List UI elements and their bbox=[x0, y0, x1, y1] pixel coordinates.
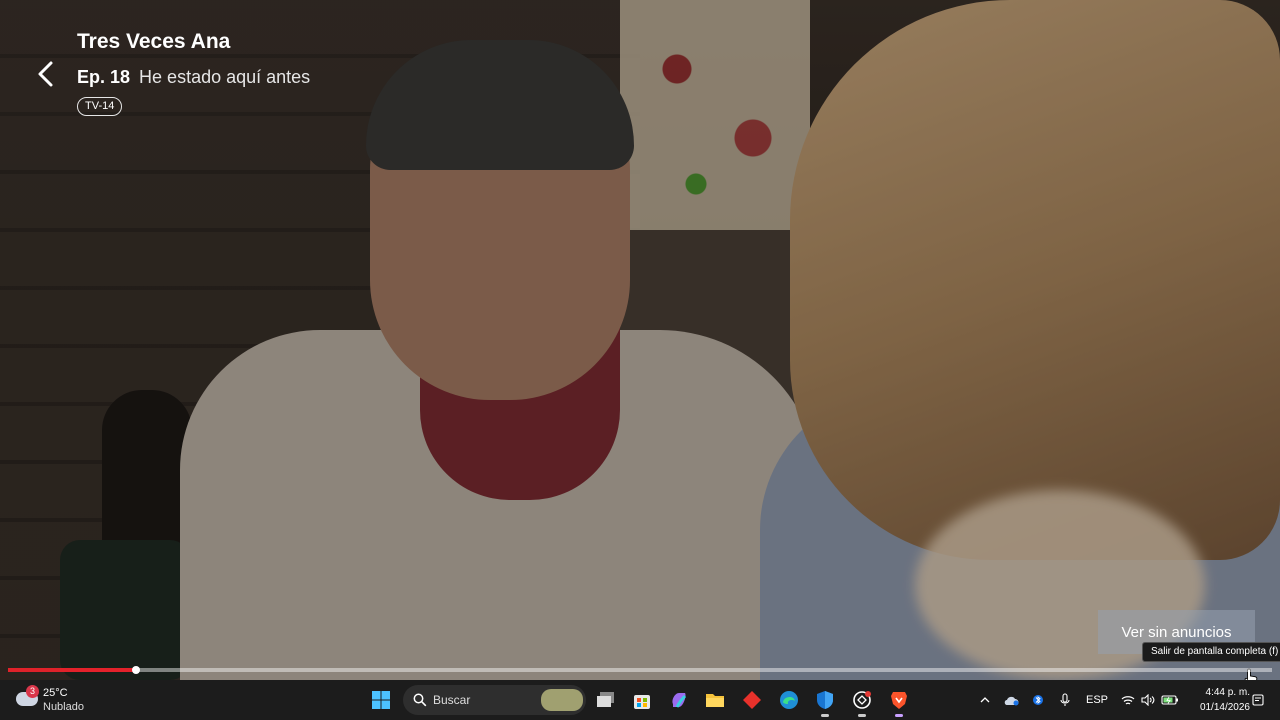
copilot-icon[interactable] bbox=[667, 688, 691, 712]
search-highlight-image bbox=[541, 689, 583, 711]
screen: Tres Veces Ana Ep. 18 He estado aquí ant… bbox=[0, 0, 1280, 720]
chevron-up-icon[interactable] bbox=[978, 688, 992, 712]
search-placeholder: Buscar bbox=[433, 693, 471, 707]
scene-overlay-dim bbox=[0, 0, 1280, 680]
red-app-icon[interactable] bbox=[740, 688, 764, 712]
content-rating-badge: TV-14 bbox=[77, 97, 123, 116]
task-view-icon[interactable] bbox=[594, 688, 618, 712]
taskbar-clock[interactable]: 4:44 p. m. 01/14/2026 bbox=[1188, 685, 1250, 715]
volume-icon[interactable] bbox=[1140, 688, 1156, 712]
clock-date: 01/14/2026 bbox=[1199, 702, 1250, 713]
back-button[interactable] bbox=[30, 58, 60, 90]
chevron-left-icon bbox=[38, 61, 53, 87]
wifi-icon[interactable] bbox=[1120, 688, 1136, 712]
microsoft-store-icon[interactable] bbox=[630, 688, 654, 712]
weather-temperature: 25°C bbox=[43, 687, 68, 699]
progress-fill bbox=[8, 668, 136, 672]
progress-scrubber[interactable] bbox=[131, 666, 140, 674]
defender-icon[interactable] bbox=[813, 688, 837, 717]
notifications-icon[interactable] bbox=[1251, 688, 1265, 712]
windows-start-icon[interactable] bbox=[369, 688, 393, 712]
edge-icon[interactable] bbox=[777, 688, 801, 712]
active-indicator bbox=[895, 714, 903, 717]
chatgpt-icon[interactable] bbox=[850, 688, 874, 717]
onedrive-icon[interactable] bbox=[1003, 688, 1021, 712]
taskbar: 3 25°C Nublado Buscar ESP 4:44 p. m. 01/… bbox=[0, 680, 1280, 720]
episode-line: Ep. 18 He estado aquí antes bbox=[77, 67, 310, 88]
bluetooth-icon[interactable] bbox=[1031, 688, 1045, 712]
episode-number: Ep. 18 bbox=[77, 67, 131, 87]
weather-condition: Nublado bbox=[43, 701, 84, 713]
brave-icon[interactable] bbox=[887, 688, 911, 717]
weather-badge: 3 bbox=[26, 685, 39, 698]
progress-bar[interactable] bbox=[8, 666, 1272, 674]
language-indicator[interactable]: ESP bbox=[1084, 688, 1110, 712]
battery-charging-icon[interactable] bbox=[1160, 688, 1180, 712]
clock-time: 4:44 p. m. bbox=[1205, 687, 1250, 698]
show-title: Tres Veces Ana bbox=[77, 30, 231, 53]
microphone-icon[interactable] bbox=[1058, 688, 1072, 712]
video-frame[interactable] bbox=[0, 0, 1280, 680]
weather-widget[interactable]: 3 25°C Nublado bbox=[12, 684, 122, 716]
active-indicator bbox=[858, 714, 866, 717]
active-indicator bbox=[821, 714, 829, 717]
taskbar-search[interactable]: Buscar bbox=[403, 685, 586, 715]
episode-name: He estado aquí antes bbox=[139, 67, 311, 87]
search-icon bbox=[413, 693, 427, 707]
fullscreen-tooltip: Salir de pantalla completa (f) bbox=[1142, 642, 1280, 662]
file-explorer-icon[interactable] bbox=[703, 688, 727, 712]
